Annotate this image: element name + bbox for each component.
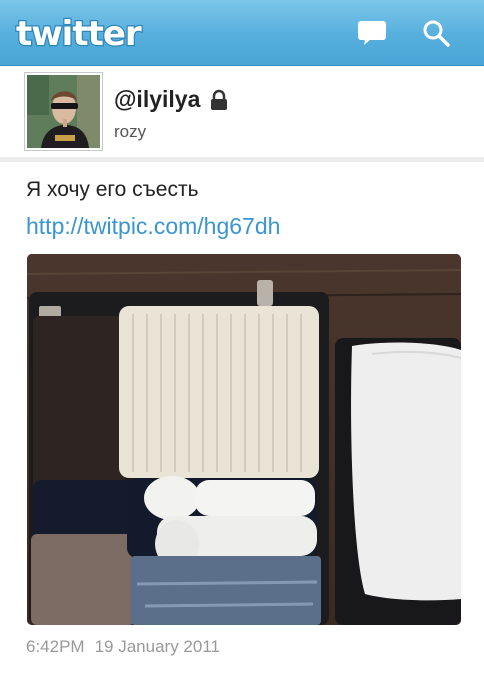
tweet-time: 6:42PM xyxy=(26,637,85,656)
twitter-logo[interactable]: twitter xyxy=(14,9,174,62)
messages-button[interactable] xyxy=(355,16,389,50)
avatar[interactable] xyxy=(24,72,103,151)
top-bar: twitter xyxy=(0,0,484,66)
tweet-timestamp[interactable]: 6:42PM 19 January 2011 xyxy=(26,637,230,657)
lock-icon xyxy=(210,89,228,111)
speech-bubble-icon xyxy=(358,21,386,45)
logo-text: twitter xyxy=(16,14,142,54)
profile-header[interactable]: @ilyilya rozy xyxy=(0,66,484,158)
profile-display-name: rozy xyxy=(114,122,147,141)
tweet-date: 19 January 2011 xyxy=(94,637,220,656)
tweet-text: Я хочу его съесть xyxy=(26,178,199,201)
tweet-link[interactable]: http://twitpic.com/hg67dh xyxy=(26,213,280,240)
tweet-photo[interactable] xyxy=(27,254,461,625)
profile-handle[interactable]: @ilyilya xyxy=(114,86,200,113)
suitcase-photo xyxy=(27,254,461,625)
separator xyxy=(0,157,484,162)
search-button[interactable] xyxy=(419,16,453,50)
avatar-image xyxy=(27,75,100,148)
magnifier-icon xyxy=(423,20,450,47)
